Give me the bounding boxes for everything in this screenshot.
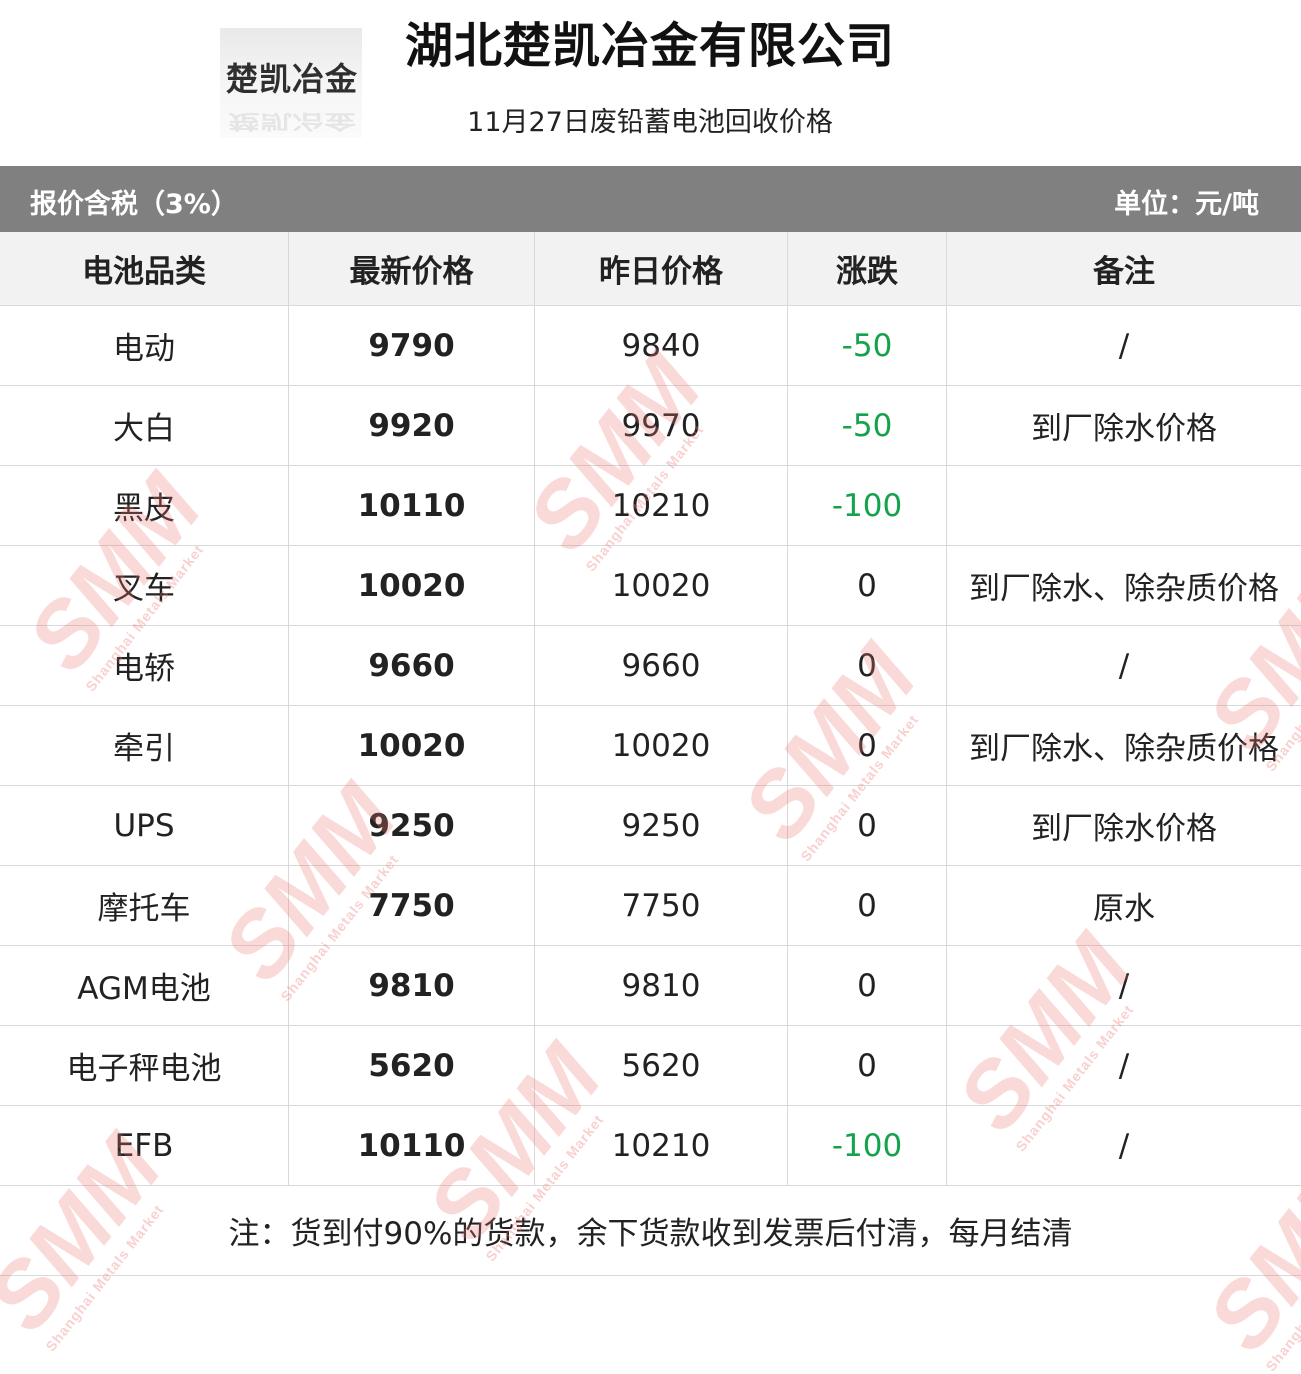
cell-latest-price: 9920 [289, 386, 535, 465]
cell-note: / [1118, 647, 1130, 684]
table-row: 电子秤电池 5620 5620 0/ [0, 1026, 1301, 1106]
cell-yesterday-price: 10210 [535, 1106, 788, 1185]
column-header-latest: 最新价格 [289, 232, 535, 305]
table-row: EFB 10110 10210 -100 / [0, 1106, 1301, 1186]
table-row: 电动 9790 9840 -50 / [0, 306, 1301, 386]
cell-change: 0 [788, 626, 947, 705]
table-row: 大白 9920 9970 -50 到厂除水价格 [0, 386, 1301, 466]
cell-yesterday-price: 7750 [535, 866, 788, 945]
cell-battery-type: UPS [0, 786, 289, 865]
cell-latest-price: 7750 [289, 866, 535, 945]
cell-battery-type: EFB [0, 1106, 289, 1185]
cell-yesterday-price: 9970 [535, 386, 788, 465]
cell-change: -100 [788, 1106, 947, 1185]
company-logo: 楚凯冶金 楚凯冶金 [220, 28, 362, 138]
cell-note: 到厂除水、除杂质价格 [969, 731, 1279, 767]
page-header: 楚凯冶金 楚凯冶金 湖北楚凯冶金有限公司 11月27日废铅蓄电池回收价格 [0, 0, 1301, 166]
cell-yesterday-price: 10020 [535, 706, 788, 785]
cell-note: / [1118, 967, 1130, 1004]
cell-note: / [1118, 1127, 1130, 1164]
cell-yesterday-price: 10210 [535, 466, 788, 545]
cell-change: -50 [788, 386, 947, 465]
logo-text: 楚凯冶金 [225, 60, 358, 98]
cell-latest-price: 9790 [289, 306, 535, 385]
column-header-change: 涨跌 [788, 232, 947, 305]
cell-battery-type: 电轿 [0, 626, 289, 705]
cell-change: 0 [788, 706, 947, 785]
cell-battery-type: AGM电池 [0, 946, 289, 1025]
table-row: 电轿 9660 9660 0/ [0, 626, 1301, 706]
cell-note: 到厂除水、除杂质价格 [969, 571, 1279, 607]
table-row: AGM电池 9810 9810 0/ [0, 946, 1301, 1026]
cell-battery-type: 摩托车 [0, 866, 289, 945]
cell-yesterday-price: 10020 [535, 546, 788, 625]
cell-latest-price: 9810 [289, 946, 535, 1025]
column-header-note: 备注 [1093, 254, 1155, 290]
cell-change: 0 [788, 946, 947, 1025]
cell-note: 到厂除水价格 [1031, 811, 1217, 847]
cell-latest-price: 10110 [289, 466, 535, 545]
table-row: 叉车 10020 10020 0 到厂除水、除杂质价格 [0, 546, 1301, 626]
tax-note: 报价含税（3%） [30, 189, 238, 220]
cell-change: 0 [788, 786, 947, 865]
cell-battery-type: 牵引 [0, 706, 289, 785]
cell-note: / [1118, 327, 1130, 364]
cell-latest-price: 10020 [289, 706, 535, 785]
cell-note [947, 466, 1301, 545]
cell-battery-type: 电动 [0, 306, 289, 385]
page-title: 湖北楚凯冶金有限公司 [404, 18, 895, 74]
cell-latest-price: 5620 [289, 1026, 535, 1105]
cell-note: / [1118, 1047, 1130, 1084]
page-subtitle: 11月27日废铅蓄电池回收价格 [467, 107, 833, 138]
cell-latest-price: 10020 [289, 546, 535, 625]
table-row: UPS 9250 9250 0 到厂除水价格 [0, 786, 1301, 866]
cell-yesterday-price: 9840 [535, 306, 788, 385]
info-bar: 报价含税（3%） 单位：元/吨 [0, 166, 1301, 232]
cell-note: 到厂除水价格 [1031, 411, 1217, 447]
unit-label: 单位：元/吨 [1114, 189, 1259, 220]
cell-latest-price: 9250 [289, 786, 535, 865]
cell-yesterday-price: 9660 [535, 626, 788, 705]
cell-battery-type: 叉车 [0, 546, 289, 625]
cell-battery-type: 电子秤电池 [0, 1026, 289, 1105]
cell-change: 0 [788, 866, 947, 945]
cell-yesterday-price: 5620 [535, 1026, 788, 1105]
cell-battery-type: 黑皮 [0, 466, 289, 545]
cell-note: 原水 [1093, 891, 1155, 927]
table-row: 牵引 10020 10020 0 到厂除水、除杂质价格 [0, 706, 1301, 786]
cell-latest-price: 9660 [289, 626, 535, 705]
table-row: 摩托车 7750 7750 0 原水 [0, 866, 1301, 946]
table-row: 黑皮 10110 10210 -100 [0, 466, 1301, 546]
logo-reflection: 楚凯冶金 [227, 110, 356, 134]
cell-battery-type: 大白 [0, 386, 289, 465]
cell-latest-price: 10110 [289, 1106, 535, 1185]
table-header-row: 电池品类 最新价格 昨日价格 涨跌 备注 [0, 232, 1301, 306]
cell-change: -50 [788, 306, 947, 385]
cell-yesterday-price: 9250 [535, 786, 788, 865]
cell-yesterday-price: 9810 [535, 946, 788, 1025]
price-table: 电池品类 最新价格 昨日价格 涨跌 备注 电动 9790 9840 -50 / 大白 992… [0, 232, 1301, 1186]
column-header-type: 电池品类 [0, 232, 289, 305]
cell-change: 0 [788, 1026, 947, 1105]
payment-note: 注：货到付90%的货款，余下货款收到发票后付清，每月结清 [0, 1186, 1301, 1276]
column-header-yesterday: 昨日价格 [535, 232, 788, 305]
cell-change: -100 [788, 466, 947, 545]
cell-change: 0 [788, 546, 947, 625]
